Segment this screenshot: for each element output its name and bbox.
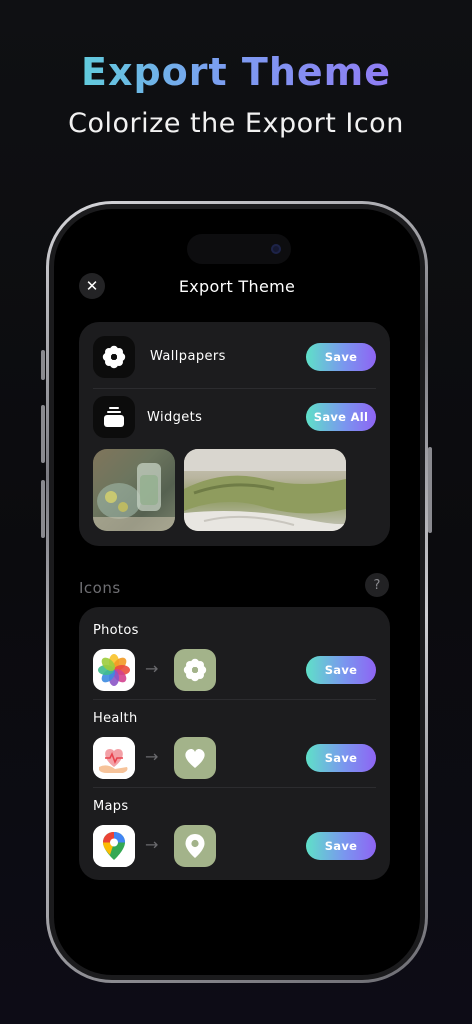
- phone-frame: ✕ Export Theme Wallpapers Save Widgets S…: [46, 201, 428, 983]
- camera-dot: [271, 244, 281, 254]
- themed-icon-health: [174, 737, 216, 779]
- bedding-photo-image: [184, 449, 346, 531]
- photos-app-icon: [93, 649, 135, 691]
- widgets-row-icon: [93, 396, 135, 438]
- health-save-button[interactable]: Save: [306, 744, 376, 772]
- health-app-icon: [93, 737, 135, 779]
- phone-bezel: ✕ Export Theme Wallpapers Save Widgets S…: [49, 204, 425, 980]
- widgets-label: Widgets: [147, 410, 203, 425]
- divider: [93, 388, 376, 389]
- side-button-volume-up: [41, 405, 45, 463]
- wallpapers-row-icon: [93, 336, 135, 378]
- flower-icon: [102, 345, 126, 369]
- app-name-maps: Maps: [93, 799, 129, 814]
- dynamic-island: [187, 234, 291, 264]
- help-button[interactable]: ?: [365, 573, 389, 597]
- photos-save-button[interactable]: Save: [306, 656, 376, 684]
- heart-icon: [185, 748, 205, 768]
- themed-icon-maps: [174, 825, 216, 867]
- icons-section-label: Icons: [79, 579, 121, 597]
- maps-app-icon: [93, 825, 135, 867]
- hero-title: Export Theme: [0, 50, 472, 94]
- divider: [93, 787, 376, 788]
- widgets-save-all-button[interactable]: Save All: [306, 403, 376, 431]
- side-button-power: [428, 447, 432, 533]
- arrow-icon: →: [145, 659, 159, 678]
- health-hand-heart-image: [93, 737, 135, 779]
- photos-pinwheel-image: [98, 654, 130, 686]
- widget-thumbnail-bedding[interactable]: [184, 449, 346, 531]
- arrow-icon: →: [145, 835, 159, 854]
- arrow-icon: →: [145, 747, 159, 766]
- location-pin-icon: [185, 834, 205, 858]
- side-button-volume-down: [41, 480, 45, 538]
- export-card: Wallpapers Save Widgets Save All: [79, 322, 390, 546]
- phone-screen: ✕ Export Theme Wallpapers Save Widgets S…: [54, 209, 420, 975]
- app-name-photos: Photos: [93, 623, 139, 638]
- flower-icon: [183, 658, 207, 682]
- divider: [93, 699, 376, 700]
- question-icon: ?: [373, 577, 381, 593]
- drink-photo-image: [93, 449, 175, 531]
- wallpapers-label: Wallpapers: [150, 349, 226, 364]
- maps-pin-image: [93, 825, 135, 867]
- stack-icon: [104, 407, 124, 427]
- maps-save-button[interactable]: Save: [306, 832, 376, 860]
- wallpapers-save-button[interactable]: Save: [306, 343, 376, 371]
- side-button-mute: [41, 350, 45, 380]
- app-name-health: Health: [93, 711, 138, 726]
- screen-title: Export Theme: [178, 277, 296, 296]
- icons-card: Photos → Save Health → Save Maps → Save: [79, 607, 390, 880]
- widget-thumbnail-drink[interactable]: [93, 449, 175, 531]
- hero-subtitle: Colorize the Export Icon: [68, 108, 404, 139]
- themed-icon-photos: [174, 649, 216, 691]
